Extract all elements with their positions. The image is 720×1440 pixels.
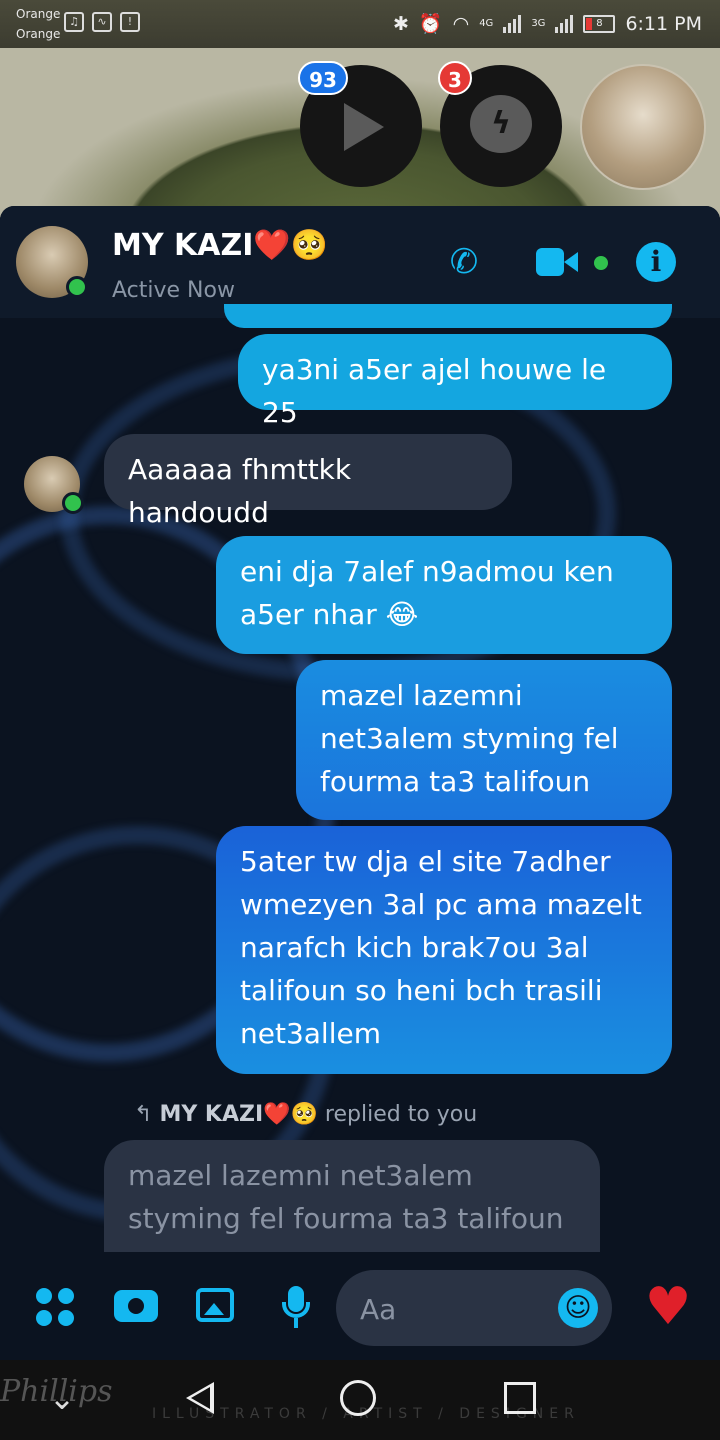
bluetooth-icon: ✱ [393, 12, 409, 35]
phone-icon: ✆ [449, 242, 479, 282]
video-unread-badge: 93 [298, 61, 348, 95]
message-input-container[interactable]: ☺ [336, 1270, 612, 1346]
message-bubble-received[interactable]: Aaaaaa fhmttkk handoudd [104, 434, 512, 529]
home-button[interactable] [340, 1380, 376, 1416]
carrier-label-1: Orange [16, 7, 61, 21]
battery-level: 8 [596, 17, 603, 29]
info-icon: i [650, 245, 662, 278]
alert-icon: ! [120, 12, 140, 32]
more-actions-button[interactable] [30, 1282, 78, 1330]
smiley-icon: ☺ [564, 1293, 592, 1323]
voice-button[interactable] [272, 1282, 320, 1330]
reply-suffix: replied to you [324, 1102, 478, 1127]
wifi-icon: ◠ [452, 12, 470, 35]
message-bubble-sent[interactable]: 5ater tw dja el site 7adher wmezyen 3al … [216, 826, 672, 1074]
battery-icon: 8 [583, 14, 616, 33]
message-bubble-sent[interactable]: ya3ni a5er ajel houwe le 25 [238, 334, 672, 429]
heart-icon: ♥ [644, 1277, 692, 1337]
chat-header: MY KAZI❤️🥺 Active Now ✆ i [0, 206, 720, 318]
contact-name[interactable]: MY KAZI❤️🥺 [112, 228, 328, 263]
like-button[interactable]: ♥ [636, 1278, 700, 1336]
recents-button[interactable] [504, 1382, 536, 1414]
camera-button[interactable] [112, 1282, 160, 1330]
contact-status: Active Now [112, 278, 235, 303]
signal-icon-1 [503, 14, 522, 33]
message-composer: ☺ ♥ [0, 1252, 720, 1360]
messenger-unread-badge: 3 [438, 61, 472, 95]
notification-icons: ♫ ∿ ! [64, 12, 140, 32]
network-type-1: 4G [479, 18, 494, 29]
play-icon [344, 103, 384, 151]
hide-nav-button[interactable]: ⌄ [40, 1376, 84, 1420]
call-button[interactable]: ✆ [440, 238, 488, 286]
clock: 6:11 PM [625, 12, 702, 35]
message-bubble-sent[interactable]: eni dja 7alef n9admou ken a5er nhar 😂 [216, 536, 672, 654]
status-right: ✱ ⏰ ◠ 4G 3G 8 6:11 PM [393, 12, 702, 36]
quoted-message[interactable]: mazel lazemni net3alem styming fel fourm… [104, 1140, 600, 1252]
image-icon [196, 1288, 234, 1322]
status-bar: Orange Orange ♫ ∿ ! ✱ ⏰ ◠ 4G 3G 8 6:11 P… [0, 0, 720, 48]
emoji-button[interactable]: ☺ [558, 1288, 598, 1328]
message-input[interactable] [358, 1288, 552, 1330]
message-bubble-sent[interactable]: mazel lazemni net3alem styming fel fourm… [296, 660, 672, 820]
navigation-bar: Phillips ILLUSTRATOR / ARTIST / DESIGNER… [0, 1360, 720, 1440]
online-indicator [62, 492, 84, 514]
grid-dots-icon [30, 1282, 78, 1332]
info-button[interactable]: i [636, 242, 676, 282]
active-dot [594, 256, 608, 270]
music-note-icon: ♫ [64, 12, 84, 32]
reply-indicator: ↰ MY KAZI❤️🥺 replied to you [134, 1102, 477, 1127]
online-indicator [66, 276, 88, 298]
reply-contact-name: MY KAZI❤️🥺 [159, 1102, 318, 1127]
reply-arrow-icon: ↰ [134, 1102, 153, 1127]
video-camera-icon [536, 248, 564, 276]
video-call-button[interactable] [536, 238, 612, 286]
back-button[interactable] [180, 1376, 224, 1420]
chevron-down-icon: ⌄ [48, 1379, 76, 1417]
network-type-2: 3G [531, 18, 546, 29]
gallery-button[interactable] [192, 1282, 240, 1330]
message-bubble-partial[interactable] [224, 304, 672, 328]
alarm-icon: ⏰ [418, 13, 443, 35]
signal-icon-2 [555, 14, 574, 33]
chat-panel: MY KAZI❤️🥺 Active Now ✆ i ya3ni a5er aje… [0, 206, 720, 1360]
activity-icon: ∿ [92, 12, 112, 32]
carrier-label-2: Orange [16, 27, 61, 41]
camera-icon [114, 1290, 158, 1322]
messenger-icon: ϟ [470, 95, 532, 153]
contact-chat-head[interactable] [580, 64, 706, 190]
